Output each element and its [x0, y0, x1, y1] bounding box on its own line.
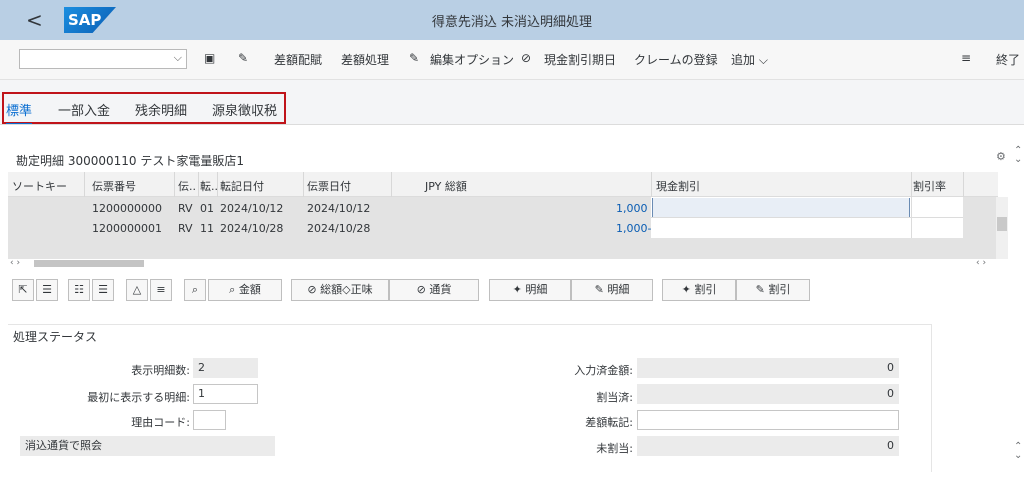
table-row-1-doc-date: 2024/10/12 [307, 202, 371, 215]
tab-standard[interactable]: 標準 [6, 100, 33, 125]
collapse-chevron-icon[interactable]: ⌃ ⌄ [1014, 442, 1022, 461]
reason-code-input[interactable] [193, 410, 226, 430]
table-row-2-doc-no: 1200000001 [92, 222, 162, 235]
cash-discount-input[interactable] [652, 198, 910, 217]
pencil-icon: ✎ [409, 51, 420, 65]
edit-options-button[interactable]: 編集オプション [430, 51, 514, 68]
create-claim-button[interactable]: クレームの登録 [634, 51, 718, 68]
table-row-2-doc-type: RV [178, 222, 193, 235]
processing-status-title: 処理ステータス [13, 330, 98, 344]
vertical-scrollbar[interactable] [996, 197, 1008, 259]
first-item-label: 最初に表示する明細: [87, 391, 190, 404]
select-all-icon[interactable]: ⇱ [12, 279, 34, 301]
diff-distribute-button[interactable]: 差額配賦 [274, 51, 322, 68]
display-count-label: 表示明細数: [131, 364, 190, 377]
tab-withholding-tax[interactable]: 源泉徴収税 [212, 100, 277, 119]
diff-posting-label: 差額転記: [585, 416, 633, 429]
col-doc-number[interactable]: 伝票番号 [92, 178, 136, 194]
scroll-left-right-icon[interactable]: ‹ › [976, 258, 986, 268]
horizontal-scrollbar[interactable]: ‹ › ‹ › [8, 258, 1008, 270]
entered-amount-field: 0 [637, 358, 899, 378]
edit-note-icon[interactable]: ✎ [238, 51, 248, 65]
tab-residual-items[interactable]: 残余明細 [135, 100, 187, 119]
table-row-1-amount[interactable]: 1,000 [616, 202, 648, 215]
diff-process-button[interactable]: 差額処理 [341, 51, 389, 68]
table-row-2-amount[interactable]: 1,000- [616, 222, 651, 235]
chevron-down-icon: ⌵ [173, 51, 182, 64]
search-amount-button[interactable]: ⌕ 金額 [208, 279, 282, 301]
col-posting-key[interactable]: 転.. [200, 178, 218, 194]
shell-bar: < SAP 得意先消込 未消込明細処理 [0, 0, 1024, 40]
search-icon[interactable]: ⌕ [184, 279, 206, 301]
deactivate-discount-button[interactable]: ✎ 割引 [736, 279, 810, 301]
activate-items-button[interactable]: ✦ 明細 [489, 279, 571, 301]
unassigned-field: 0 [637, 436, 899, 456]
page-title: 得意先消込 未消込明細処理 [431, 15, 593, 30]
assigned-field: 0 [637, 384, 899, 404]
first-item-input[interactable]: 1 [193, 384, 258, 404]
deselect-list-icon[interactable]: ☷ [68, 279, 90, 301]
deactivate-items-button[interactable]: ✎ 明細 [571, 279, 653, 301]
currency-query-button[interactable]: 消込通貨で照会 [20, 436, 275, 456]
unassigned-label: 未割当: [596, 442, 633, 455]
scroll-left-right-icon[interactable]: ‹ › [10, 258, 20, 268]
ban-icon: ⊘ [521, 51, 532, 65]
sort-ascending-icon[interactable]: △ [126, 279, 148, 301]
display-count-field: 2 [193, 358, 258, 378]
variant-select[interactable]: ⌵ [19, 49, 187, 69]
col-doc-date[interactable]: 伝票日付 [307, 178, 351, 194]
table-row-2-posting-date: 2024/10/28 [220, 222, 284, 235]
checklist-icon[interactable]: ☰ [36, 279, 58, 301]
chevron-down-icon: ⌵ [758, 53, 768, 67]
col-doc-type[interactable]: 伝.. [178, 178, 196, 194]
reason-code-label: 理由コード: [131, 416, 190, 429]
col-discount-rate[interactable]: 割引率 [913, 178, 946, 194]
gross-net-button[interactable]: ⊘ 総額◇正味 [291, 279, 389, 301]
currency-button[interactable]: ⊘ 通貨 [389, 279, 479, 301]
table-row-1-posting-date: 2024/10/12 [220, 202, 284, 215]
table-header: ソートキー 伝票番号 伝.. 転.. 転記日付 伝票日付 JPY 総額 現金割引… [8, 172, 998, 197]
col-cash-discount[interactable]: 現金割引 [656, 178, 700, 194]
filter-icon[interactable]: ≡ [150, 279, 172, 301]
table-row-2-posting-key: 11 [200, 222, 214, 235]
section-title: 勘定明細 300000110 テスト家電量販店1 [16, 154, 244, 168]
table-row-1-posting-key: 01 [200, 202, 214, 215]
list-detail-icon[interactable]: ☰ [92, 279, 114, 301]
gear-icon[interactable]: ⚙ [996, 150, 1006, 163]
table-row-1-doc-no: 1200000000 [92, 202, 162, 215]
diff-posting-input[interactable] [637, 410, 899, 430]
col-sort-key[interactable]: ソートキー [12, 178, 67, 194]
entered-amount-label: 入力済金額: [574, 364, 633, 377]
cash-discount-due-button[interactable]: 現金割引期日 [544, 51, 616, 68]
exit-button[interactable]: 終了 [996, 51, 1020, 68]
image-icon[interactable]: ▣ [204, 51, 215, 65]
activate-discount-button[interactable]: ✦ 割引 [662, 279, 736, 301]
tab-partial-payment[interactable]: 一部入金 [58, 100, 110, 119]
settings-menu-icon[interactable]: ≡ [961, 51, 971, 65]
application-toolbar: ⌵ ▣ ✎ 差額配賦 差額処理 ✎ 編集オプション ⊘ 現金割引期日 クレームの… [0, 40, 1024, 80]
assigned-label: 割当済: [596, 391, 633, 404]
table-row-1-doc-type: RV [178, 202, 193, 215]
collapse-chevron-icon[interactable]: ⌃ ⌄ [1014, 146, 1022, 165]
table-row-2-doc-date: 2024/10/28 [307, 222, 371, 235]
col-amount[interactable]: JPY 総額 [425, 178, 467, 194]
items-table: ソートキー 伝票番号 伝.. 転.. 転記日付 伝票日付 JPY 総額 現金割引… [8, 172, 1008, 268]
tab-bar: 標準 一部入金 残余明細 源泉徴収税 [0, 92, 1024, 125]
col-posting-date[interactable]: 転記日付 [220, 178, 264, 194]
more-menu-button[interactable]: 追加 ⌵ [731, 51, 768, 68]
